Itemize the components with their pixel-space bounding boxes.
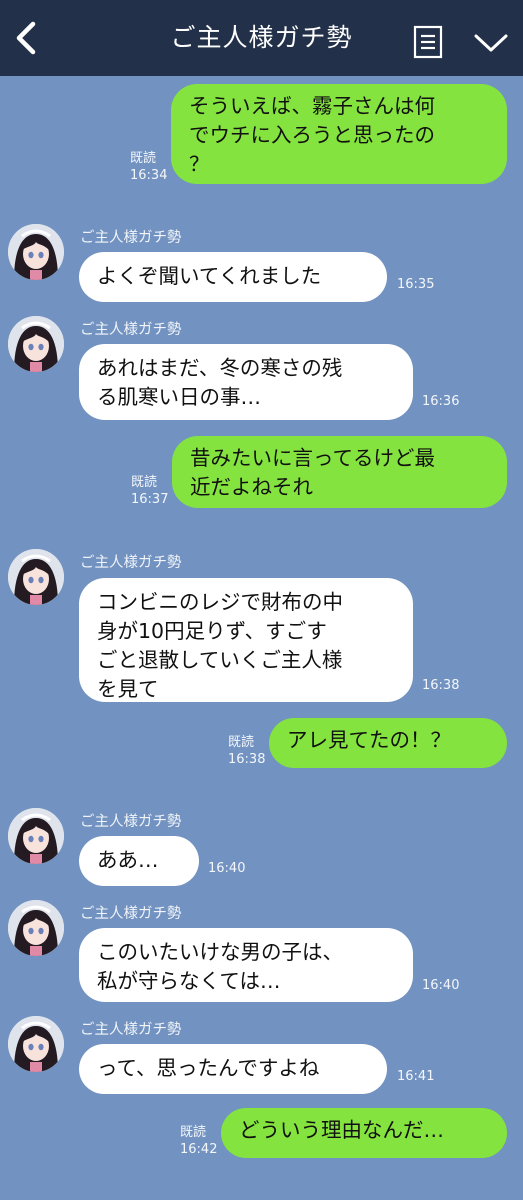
their-message-bubble[interactable]: このいたいけな男の子は、 私が守らなくては… bbox=[79, 928, 413, 1002]
message-time: 16:38 bbox=[422, 678, 460, 693]
sender-name: ご主人様ガチ勢 bbox=[80, 814, 182, 830]
back-button[interactable] bbox=[6, 18, 46, 58]
my-message-bubble[interactable]: 昔みたいに言ってるけど最 近だよねそれ bbox=[172, 436, 507, 508]
read-receipt: 既読 16:37 bbox=[131, 475, 169, 507]
message-time: 16:34 bbox=[130, 168, 168, 183]
chat-header: ご主人様ガチ勢 bbox=[0, 0, 523, 76]
read-receipt: 既読 16:34 bbox=[130, 151, 168, 183]
sender-name: ご主人様ガチ勢 bbox=[80, 230, 182, 246]
message-time: 16:35 bbox=[397, 277, 435, 292]
chevron-left-icon bbox=[16, 21, 36, 55]
message-time: 16:40 bbox=[422, 978, 460, 993]
chevron-down-icon bbox=[474, 34, 508, 52]
my-message-bubble[interactable]: アレ見てたの！？ bbox=[269, 718, 507, 768]
their-message-bubble[interactable]: コンビニのレジで財布の中 身が10円足りず、すごす ごと退散していくご主人様 を… bbox=[79, 578, 413, 702]
chat-title: ご主人様ガチ勢 bbox=[170, 23, 353, 52]
their-message-bubble[interactable]: あれはまだ、冬の寒さの残 る肌寒い日の事… bbox=[79, 344, 413, 420]
their-message-bubble[interactable]: ああ… bbox=[79, 836, 199, 886]
expand-button[interactable] bbox=[470, 25, 512, 61]
avatar[interactable] bbox=[8, 1016, 64, 1072]
sender-name: ご主人様ガチ勢 bbox=[80, 322, 182, 338]
message-time: 16:36 bbox=[422, 394, 460, 409]
avatar[interactable] bbox=[8, 224, 64, 280]
message-time: 16:42 bbox=[180, 1142, 218, 1157]
avatar[interactable] bbox=[8, 900, 64, 956]
sender-name: ご主人様ガチ勢 bbox=[80, 1022, 182, 1038]
avatar[interactable] bbox=[8, 549, 64, 605]
their-message-bubble[interactable]: って、思ったんですよね bbox=[79, 1044, 387, 1094]
message-time: 16:41 bbox=[397, 1069, 435, 1084]
message-time: 16:38 bbox=[228, 752, 266, 767]
menu-button[interactable] bbox=[408, 22, 448, 62]
menu-list-icon bbox=[413, 25, 443, 59]
their-message-bubble[interactable]: よくぞ聞いてくれました bbox=[79, 252, 387, 302]
sender-name: ご主人様ガチ勢 bbox=[80, 906, 182, 922]
sender-name: ご主人様ガチ勢 bbox=[80, 555, 182, 571]
read-receipt: 既読 16:38 bbox=[228, 735, 266, 767]
read-receipt: 既読 16:42 bbox=[180, 1125, 218, 1157]
message-time: 16:40 bbox=[208, 861, 246, 876]
avatar[interactable] bbox=[8, 316, 64, 372]
my-message-bubble[interactable]: そういえば、霧子さんは何 でウチに入ろうと思ったの ？ bbox=[171, 84, 507, 184]
my-message-bubble[interactable]: どういう理由なんだ… bbox=[221, 1108, 507, 1158]
avatar[interactable] bbox=[8, 808, 64, 864]
message-time: 16:37 bbox=[131, 492, 169, 507]
